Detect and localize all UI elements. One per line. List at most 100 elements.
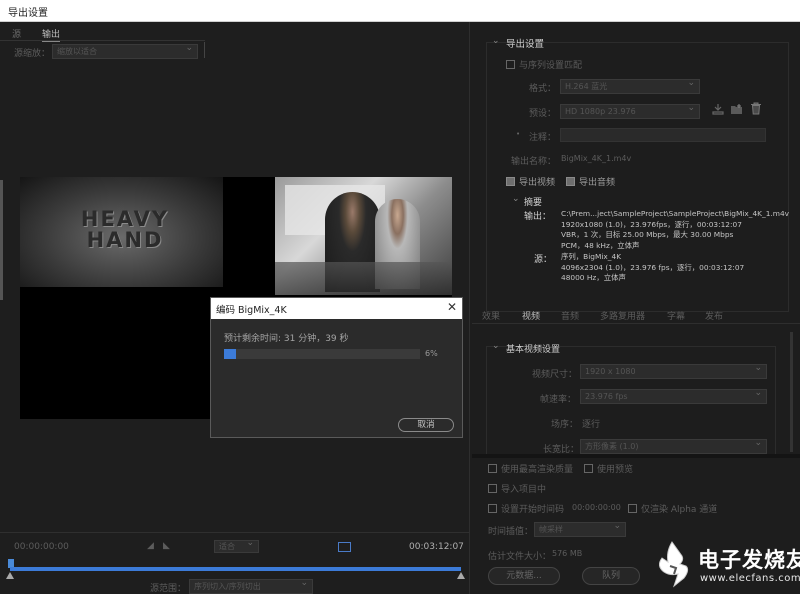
format-select[interactable]: H.264 蓝光	[560, 77, 700, 94]
frame-rate-select[interactable]: 23.976 fps	[580, 387, 767, 404]
summary-chevron-icon[interactable]: ⌄	[512, 194, 520, 204]
format-value: H.264 蓝光	[565, 82, 608, 91]
range-select[interactable]: 序列切入/序列切出	[189, 577, 313, 594]
comments-chevron-icon: •	[516, 130, 521, 138]
progress-fill	[224, 349, 236, 359]
bottom-divider	[472, 454, 800, 458]
watermark-main: 电子发烧友	[698, 548, 800, 572]
timeline-in-point[interactable]	[6, 572, 14, 579]
tab-publish[interactable]: 发布	[705, 309, 723, 322]
max-render-checkbox[interactable]: 使用最高渲染质量	[488, 462, 573, 475]
timecode-end: 00:03:12:07	[409, 542, 464, 552]
frame-rate-label: 帧速率：	[540, 395, 577, 405]
aspect-toggle-icon[interactable]	[338, 542, 351, 552]
frame-size-select[interactable]: 1920 x 1080	[580, 362, 767, 379]
left-panel: 源 输出 源缩放： 缩放以适合 HEAVY HAND 编码 BigMix_4K …	[0, 22, 470, 594]
start-tc-value[interactable]: 00:00:00:00	[572, 503, 621, 512]
summary-source-label: 源：	[534, 255, 553, 265]
preview-left-image: HEAVY HAND	[20, 177, 223, 287]
set-start-tc-label: 设置开始时间码	[501, 505, 565, 515]
field-order-label: 场序：	[551, 420, 579, 430]
delete-preset-icon[interactable]	[750, 102, 762, 115]
comments-input[interactable]	[560, 128, 766, 142]
alpha-only-checkbox[interactable]: 仅渲染 Alpha 通道	[628, 502, 717, 515]
export-audio-box	[566, 177, 575, 186]
range-value: 序列切入/序列切出	[194, 582, 261, 591]
remaining-time: 预计剩余时间: 31 分钟，39 秒	[224, 334, 349, 344]
import-preset-icon[interactable]	[730, 103, 743, 115]
tab-captions[interactable]: 字幕	[667, 309, 685, 322]
dialog-cancel-button[interactable]: 取消	[398, 418, 454, 432]
set-start-tc-box	[488, 504, 497, 513]
frame-size-label: 视频尺寸：	[532, 370, 578, 380]
frame-size-value: 1920 x 1080	[585, 367, 636, 376]
progress-percent: 6%	[425, 349, 438, 358]
queue-button[interactable]: 队列	[582, 567, 640, 585]
use-previews-box	[584, 464, 593, 473]
aspect-value: 方形像素 (1.0)	[585, 442, 639, 451]
panel-divider	[204, 42, 205, 58]
tabs-divider	[472, 323, 800, 324]
tab-audio[interactable]: 音频	[561, 309, 579, 322]
interp-value: 帧采样	[539, 525, 563, 534]
settings-tabs: 效果 视频 音频 多路复用器 字幕 发布	[472, 307, 800, 323]
set-in-icon[interactable]: ◢	[147, 541, 154, 551]
heavy-hand-logo: HEAVY HAND	[80, 207, 170, 252]
tab-underline	[0, 40, 205, 41]
import-project-checkbox[interactable]: 导入项目中	[488, 482, 546, 495]
summary-output-label: 输出：	[524, 212, 552, 222]
source-scaling-select[interactable]: 缩放以适合	[52, 42, 198, 59]
export-video-box	[506, 177, 515, 186]
elecfans-logo-icon	[658, 541, 689, 588]
use-previews-label: 使用预览	[597, 465, 634, 475]
alpha-only-label: 仅渲染 Alpha 通道	[641, 505, 718, 515]
dialog-close-icon[interactable]: ✕	[447, 300, 457, 314]
export-video-checkbox[interactable]: 导出视频	[506, 175, 555, 188]
format-label: 格式：	[529, 84, 557, 94]
output-name-link[interactable]: BigMix_4K_1.m4v	[561, 154, 631, 163]
tab-multiplexer[interactable]: 多路复用器	[600, 309, 645, 322]
comments-label: 注释：	[529, 133, 557, 143]
dialog-titlebar: 编码 BigMix_4K ✕	[211, 298, 462, 319]
timeline-scrubber[interactable]	[10, 567, 461, 571]
source-scaling-label: 源缩放：	[14, 49, 51, 59]
metadata-button[interactable]: 元数据...	[488, 567, 560, 585]
interp-select[interactable]: 帧采样	[534, 520, 626, 537]
export-video-label: 导出视频	[519, 178, 556, 188]
video-settings-title: 基本视频设置	[506, 345, 561, 355]
summary-output-line: PCM，48 kHz，立体声	[561, 240, 640, 250]
timeline-out-point[interactable]	[457, 572, 465, 579]
summary-source-line: 48000 Hz，立体声	[561, 273, 626, 282]
fit-select[interactable]: 适合	[214, 538, 259, 553]
video-settings-chevron-icon[interactable]: ⌄	[492, 341, 500, 351]
timecode-start[interactable]: 00:00:00:00	[14, 542, 69, 552]
set-start-tc-checkbox[interactable]: 设置开始时间码	[488, 502, 564, 515]
summary-source-line: 序列，BigMix_4K	[561, 252, 622, 261]
preview-right-image	[275, 177, 452, 295]
watermark-url: www.elecfans.com	[700, 573, 800, 584]
tab-video[interactable]: 视频	[522, 309, 540, 322]
output-name-label: 输出名称：	[511, 157, 557, 167]
timeline-top-line	[0, 532, 470, 533]
source-scaling-value: 缩放以适合	[57, 47, 97, 56]
summary-source-line: 4096x2304 (1.0)，23.976 fps，逐行，00:03:12:0…	[561, 262, 745, 272]
set-out-icon[interactable]: ◣	[163, 541, 170, 551]
window-titlebar: 导出设置	[0, 0, 800, 22]
match-sequence-checkbox[interactable]: 与序列设置匹配	[506, 58, 582, 71]
preset-select[interactable]: HD 1080p 23.976	[560, 102, 700, 119]
right-scrollbar[interactable]	[790, 332, 793, 452]
preset-value: HD 1080p 23.976	[565, 107, 636, 116]
export-settings-chevron-icon[interactable]: ⌄	[492, 36, 500, 46]
preset-label: 预设：	[529, 109, 557, 119]
use-previews-checkbox[interactable]: 使用预览	[584, 462, 633, 475]
max-render-label: 使用最高渲染质量	[501, 465, 574, 475]
filesize-value: 576 MB	[552, 549, 583, 558]
right-panel: ⌄ 导出设置 与序列设置匹配 格式： H.264 蓝光 预设： HD 1080p…	[472, 22, 800, 594]
summary-output-line: VBR，1 次，目标 25.00 Mbps，最大 30.00 Mbps	[561, 230, 734, 239]
source-tab[interactable]: 源	[12, 27, 21, 40]
import-project-box	[488, 484, 497, 493]
tab-effects[interactable]: 效果	[482, 309, 500, 322]
export-audio-checkbox[interactable]: 导出音频	[566, 175, 615, 188]
aspect-select[interactable]: 方形像素 (1.0)	[580, 437, 767, 454]
save-preset-icon[interactable]	[712, 103, 724, 115]
